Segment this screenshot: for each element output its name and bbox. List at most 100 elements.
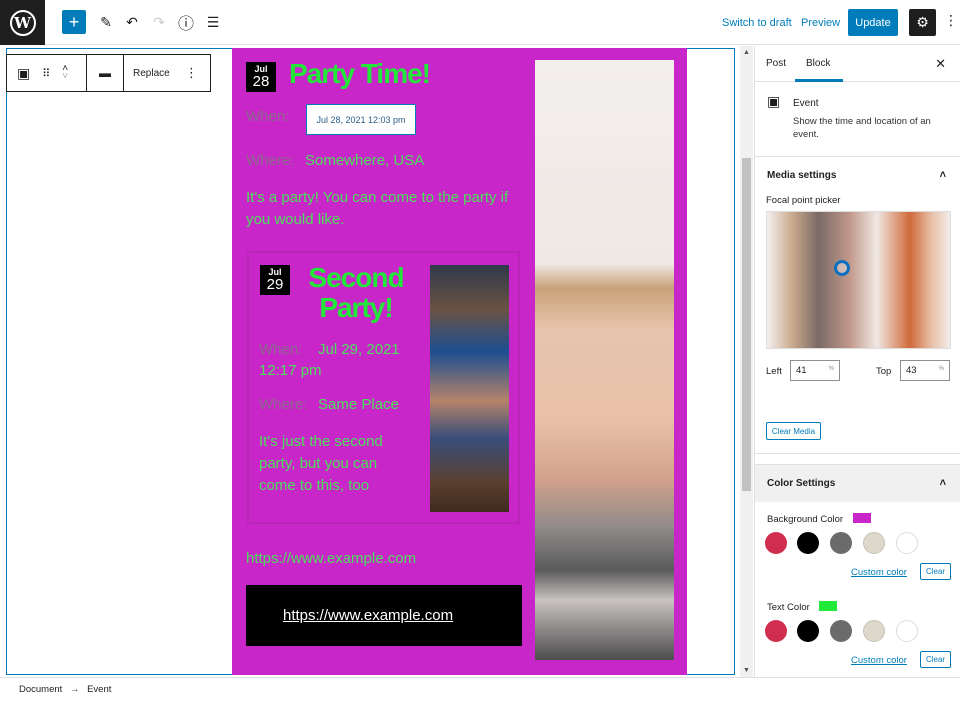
preview-button[interactable]: Preview xyxy=(801,16,840,30)
chevron-up-icon: ˄ xyxy=(939,477,946,489)
block-description: Show the time and location of an event. xyxy=(793,116,931,140)
nested-description[interactable]: It's just the second party, but you can … xyxy=(259,431,399,497)
where-value[interactable]: Somewhere, USA xyxy=(305,152,424,169)
scrollbar-thumb[interactable] xyxy=(742,158,751,491)
breadcrumb-event[interactable]: Event xyxy=(87,684,111,695)
custom-text-color-link[interactable]: Custom color xyxy=(851,655,907,666)
focal-point-picker[interactable] xyxy=(766,211,951,349)
breadcrumb-document[interactable]: Document xyxy=(19,684,62,695)
background-color-indicator xyxy=(853,513,871,523)
text-color-indicator xyxy=(819,601,837,611)
info-icon[interactable]: ⓘ xyxy=(177,10,195,34)
settings-icon[interactable]: ⚙ xyxy=(909,9,936,36)
breadcrumb-separator: → xyxy=(69,684,80,695)
close-icon[interactable]: ✕ xyxy=(935,56,946,72)
clear-background-button[interactable]: Clear xyxy=(920,563,951,580)
top-label: Top xyxy=(876,366,892,377)
block-toolbar: ▣ ⠿ ˄ ˅ ▬ Replace ⋮ xyxy=(6,54,211,92)
align-icon[interactable]: ▬ xyxy=(99,66,111,80)
swatch-black[interactable] xyxy=(797,532,819,554)
canvas-scrollbar[interactable]: ▲ ▼ xyxy=(740,46,753,677)
custom-background-color-link[interactable]: Custom color xyxy=(851,567,907,578)
left-label: Left xyxy=(766,366,782,377)
nested-where-label: Where: xyxy=(259,396,308,413)
background-color-label: Background Color xyxy=(767,514,844,525)
sidebar-tabs: Post Block ✕ xyxy=(755,46,960,82)
swatch-vivid-red[interactable] xyxy=(765,620,787,642)
nested-when-label: When: xyxy=(259,341,303,358)
block-card: ▣ Event Show the time and location of an… xyxy=(755,82,960,157)
event-url[interactable]: https://www.example.com xyxy=(246,550,416,567)
nested-when-date[interactable]: Jul 29, 2021 xyxy=(318,341,400,358)
focal-point-label: Focal point picker xyxy=(766,195,841,206)
nested-where-value[interactable]: Same Place xyxy=(318,396,399,413)
tab-post[interactable]: Post xyxy=(766,58,786,69)
nested-title-line2: Party! xyxy=(319,292,393,323)
update-button[interactable]: Update xyxy=(848,9,898,36)
event-block-icon[interactable]: ▣ xyxy=(17,65,30,82)
nested-when-time[interactable]: 12:17 pm xyxy=(259,362,322,379)
more-options-icon[interactable]: ⋮ xyxy=(185,65,198,81)
nested-date-badge: Jul 29 xyxy=(260,265,290,295)
list-view-icon[interactable]: ☰ xyxy=(204,10,222,34)
redo-icon[interactable]: ↷ xyxy=(151,10,167,34)
block-breadcrumb: Document → Event xyxy=(0,677,960,697)
event-url-button[interactable]: https://www.example.com xyxy=(246,585,522,646)
swatch-beige[interactable] xyxy=(863,532,885,554)
scroll-up-icon[interactable]: ▲ xyxy=(743,49,750,56)
top-value: 43 xyxy=(906,365,917,376)
event-image[interactable] xyxy=(535,60,674,660)
add-block-button[interactable]: + xyxy=(62,10,86,34)
move-down-icon[interactable]: ˅ xyxy=(62,72,68,82)
swatch-white[interactable] xyxy=(896,532,918,554)
block-name: Event xyxy=(793,98,819,109)
wordpress-icon: W xyxy=(9,9,36,36)
color-settings-toggle[interactable]: Color Settings ˄ xyxy=(755,464,960,502)
switch-to-draft-button[interactable]: Switch to draft xyxy=(722,16,792,30)
undo-icon[interactable]: ↶ xyxy=(124,10,140,34)
wordpress-logo[interactable]: W xyxy=(0,0,45,45)
tools-icon[interactable]: ✎ xyxy=(98,10,114,34)
chevron-up-icon: ˄ xyxy=(939,169,946,181)
color-settings-title: Color Settings xyxy=(767,478,836,489)
clear-text-color-button[interactable]: Clear xyxy=(920,651,951,668)
swatch-gray[interactable] xyxy=(830,532,852,554)
event-block-icon: ▣ xyxy=(767,93,781,109)
event-description[interactable]: It's a party! You can come to the party … xyxy=(246,187,531,231)
text-color-label: Text Color xyxy=(767,602,810,613)
swatch-white[interactable] xyxy=(896,620,918,642)
left-value: 41 xyxy=(796,365,807,376)
scroll-down-icon[interactable]: ▼ xyxy=(743,667,750,674)
top-toolbar: W + ✎ ↶ ↷ ⓘ ☰ Switch to draft Preview Up… xyxy=(0,0,960,45)
event-url-link[interactable]: https://www.example.com xyxy=(283,607,453,624)
clear-media-button[interactable]: Clear Media xyxy=(766,422,821,440)
replace-button[interactable]: Replace xyxy=(133,68,170,79)
nested-date-day: 29 xyxy=(266,276,284,293)
tab-block[interactable]: Block xyxy=(806,58,830,69)
settings-sidebar: Post Block ✕ ▣ Event Show the time and l… xyxy=(754,46,960,696)
event-date-picker[interactable]: Jul 28, 2021 12:03 pm xyxy=(306,104,416,135)
nested-event-image[interactable] xyxy=(430,265,509,512)
date-day: 28 xyxy=(252,73,270,90)
top-input[interactable]: 43 % xyxy=(900,360,950,381)
swatch-vivid-red[interactable] xyxy=(765,532,787,554)
event-title[interactable]: Party Time! xyxy=(289,58,431,90)
where-label: Where: xyxy=(246,152,295,169)
editor-canvas: ▣ ⠿ ˄ ˅ ▬ Replace ⋮ Jul 28 Party Time! W… xyxy=(0,46,740,677)
media-settings-title: Media settings xyxy=(767,170,837,181)
left-input[interactable]: 41 % xyxy=(790,360,840,381)
focal-point-handle[interactable] xyxy=(834,260,850,276)
media-settings-toggle[interactable]: Media settings ˄ xyxy=(755,157,960,197)
date-badge: Jul 28 xyxy=(246,62,276,92)
drag-handle-icon[interactable]: ⠿ xyxy=(42,67,50,80)
nested-title-line1: Second xyxy=(308,262,404,293)
when-label: When: xyxy=(246,108,290,125)
swatch-beige[interactable] xyxy=(863,620,885,642)
left-unit: % xyxy=(828,366,834,372)
options-icon[interactable]: ⋮ xyxy=(944,12,958,29)
media-settings-panel: Media settings ˄ Focal point picker Left… xyxy=(755,157,960,454)
swatch-black[interactable] xyxy=(797,620,819,642)
swatch-gray[interactable] xyxy=(830,620,852,642)
nested-event-title[interactable]: Second Party! xyxy=(302,263,410,323)
top-unit: % xyxy=(938,366,944,372)
